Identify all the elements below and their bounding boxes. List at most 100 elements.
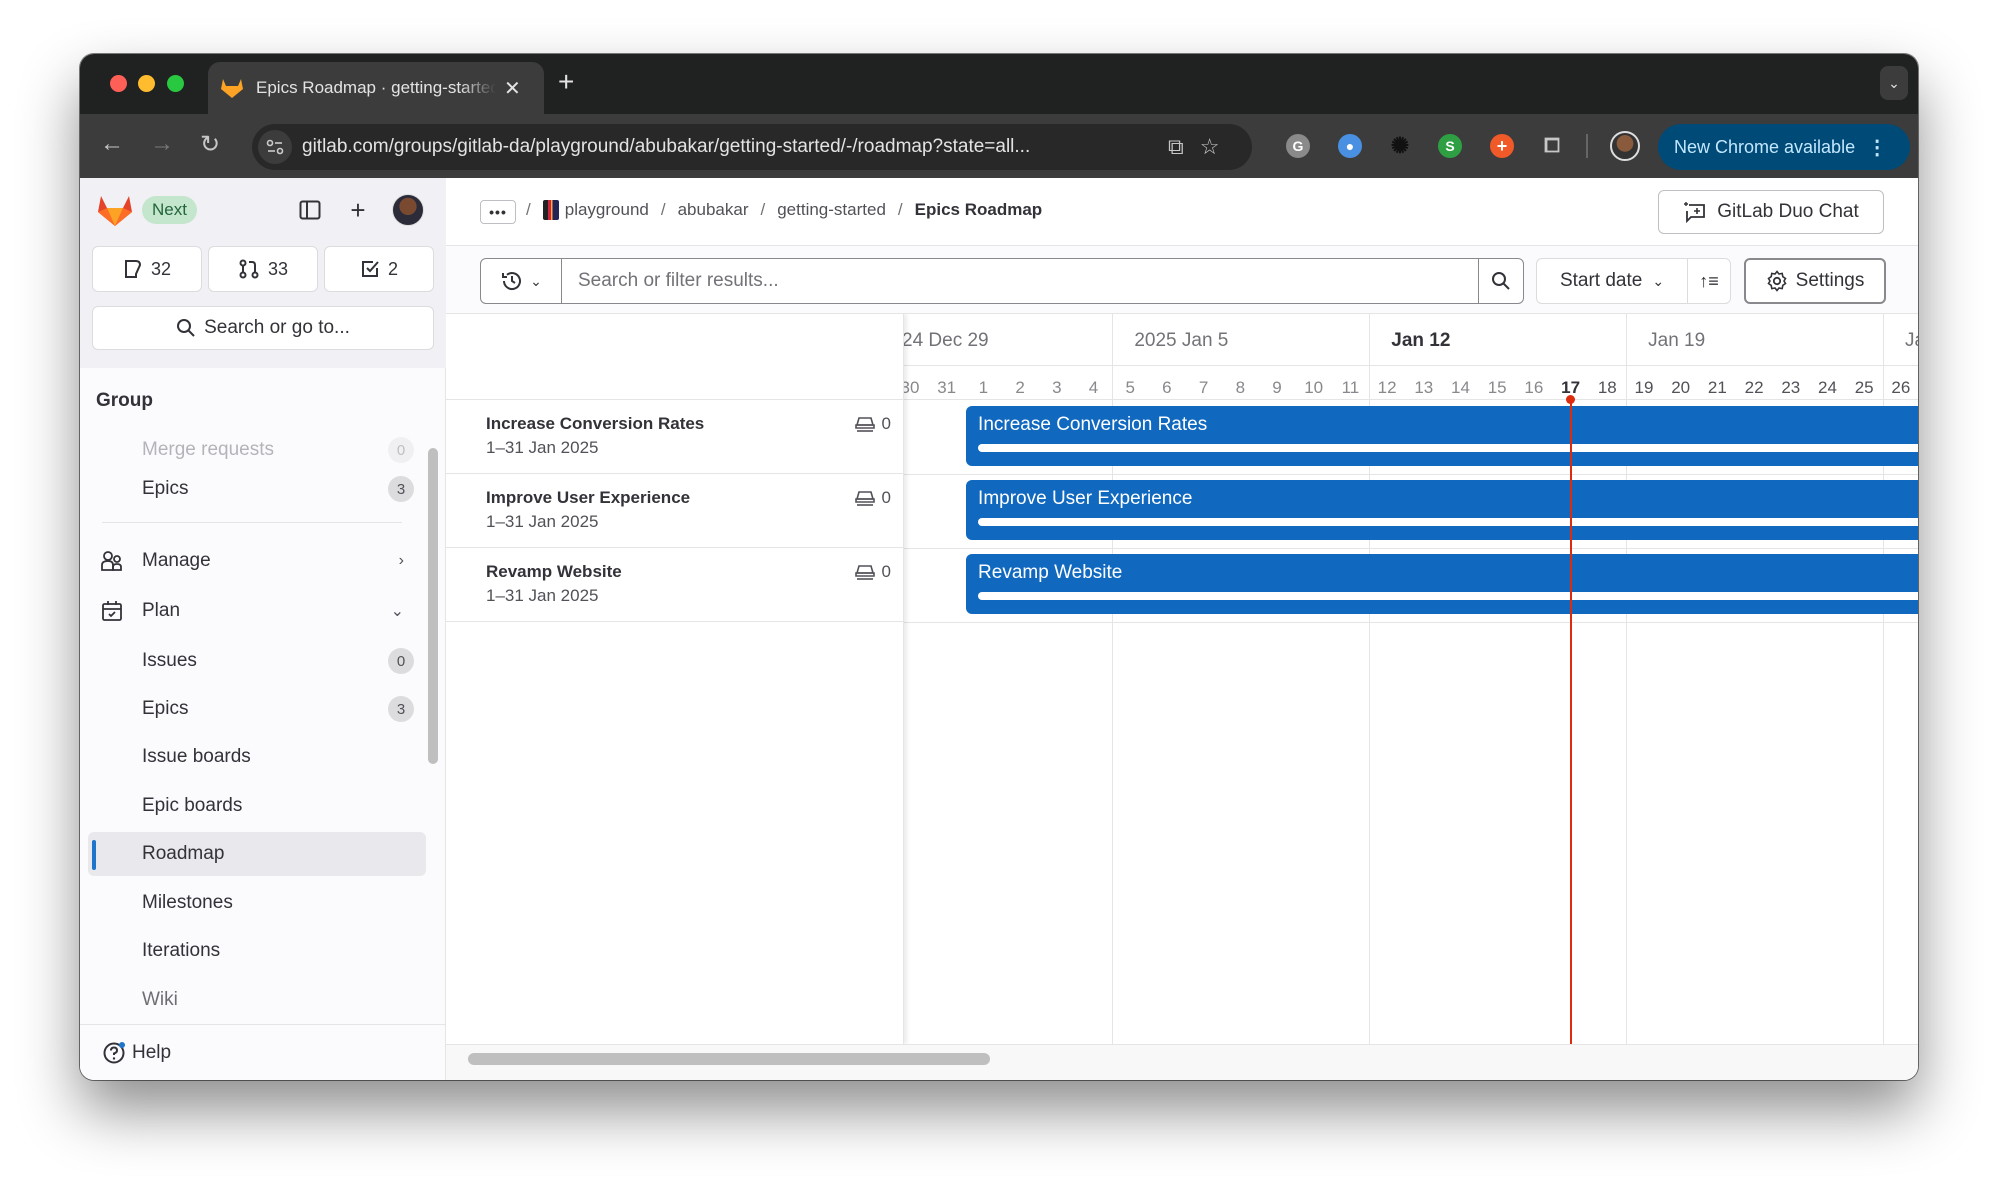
gitlab-duo-chat-button[interactable]: GitLab Duo Chat	[1658, 190, 1884, 234]
password-manager-extension-icon[interactable]: ●	[1338, 134, 1362, 158]
count-badge: 0	[388, 648, 414, 674]
sidebar-item-milestones[interactable]: Milestones	[88, 881, 426, 925]
grammarly-extension-icon[interactable]: G	[1286, 134, 1310, 158]
horizontal-scrollbar-thumb[interactable]	[468, 1053, 990, 1065]
forward-icon[interactable]: →	[150, 130, 174, 158]
recent-searches-button[interactable]: ⌄	[480, 258, 562, 304]
sidebar-item-roadmap[interactable]: Roadmap	[88, 832, 426, 876]
settings-button[interactable]: Settings	[1744, 258, 1886, 304]
s-extension-icon[interactable]: S	[1438, 134, 1462, 158]
toolbar-separator	[1586, 134, 1588, 158]
top-bar: ••• / playground / abubakar / getting-st…	[446, 178, 1918, 246]
epic-dates: 1–31 Jan 2025	[486, 586, 599, 605]
site-info-icon[interactable]	[258, 130, 292, 164]
help-button[interactable]: Help	[80, 1024, 446, 1080]
browser-tab-active[interactable]: Epics Roadmap · getting-started · GitLab…	[208, 62, 544, 114]
open-in-app-icon[interactable]: ⧉	[1168, 134, 1184, 160]
sidebar-item-iterations[interactable]: Iterations	[88, 929, 426, 973]
count-badge: 3	[388, 696, 414, 722]
epic-list-row[interactable]: Revamp Website 1–31 Jan 2025 0	[446, 548, 903, 622]
sidebar-item-epics-pinned[interactable]: Epics 3	[88, 467, 426, 511]
url-text[interactable]: gitlab.com/groups/gitlab-da/playground/a…	[302, 136, 1152, 158]
history-icon	[502, 272, 522, 290]
sidebar-section-plan[interactable]: Plan ⌄	[88, 589, 426, 633]
epic-title[interactable]: Revamp Website	[486, 562, 622, 582]
epic-list-row[interactable]: Increase Conversion Rates 1–31 Jan 2025 0	[446, 400, 903, 474]
manage-users-icon	[101, 551, 122, 571]
sidebar-item-epics[interactable]: Epics 3	[88, 687, 426, 731]
day-label: 14	[1451, 378, 1470, 397]
epic-timeline-bar[interactable]: Revamp Website	[966, 554, 1918, 614]
breadcrumb-item-playground[interactable]: playground	[565, 200, 649, 220]
extensions-puzzle-icon[interactable]: ⧠	[1540, 134, 1564, 158]
new-chrome-available-button[interactable]: New Chrome available ⋮	[1658, 124, 1910, 170]
close-window-button[interactable]	[110, 75, 127, 92]
breadcrumb-separator: /	[897, 200, 903, 219]
toggle-sidebar-icon[interactable]	[296, 196, 324, 224]
epics-list-column: Increase Conversion Rates 1–31 Jan 2025 0 I…	[446, 314, 904, 1044]
horizontal-scrollbar[interactable]	[446, 1044, 1918, 1080]
search-icon	[1492, 272, 1510, 290]
search-submit-button[interactable]	[1478, 258, 1524, 304]
epic-title[interactable]: Increase Conversion Rates	[486, 414, 704, 434]
day-label: 8	[1235, 378, 1246, 397]
maximize-window-button[interactable]	[167, 75, 184, 92]
assigned-issues-button[interactable]: 32	[92, 246, 202, 292]
browser-window: Epics Roadmap · getting-started · GitLab…	[80, 54, 1918, 1080]
breadcrumb-current[interactable]: Epics Roadmap	[915, 200, 1043, 220]
sidebar-scrollbar[interactable]	[428, 448, 438, 764]
merge-requests-button[interactable]: 33	[208, 246, 318, 292]
day-label: 6	[1162, 378, 1172, 397]
row-gridline	[904, 474, 1918, 475]
epic-timeline-bar[interactable]: Improve User Experience	[966, 480, 1918, 540]
sidebar-item-wiki[interactable]: Wiki	[88, 978, 426, 1022]
plus-extension-icon[interactable]: +	[1490, 134, 1514, 158]
reload-icon[interactable]: ↻	[200, 130, 220, 159]
epic-timeline-bar[interactable]: Increase Conversion Rates	[966, 406, 1918, 466]
epic-bar-label: Revamp Website	[978, 562, 1123, 583]
update-label: New Chrome available	[1674, 136, 1856, 157]
tab-strip: Epics Roadmap · getting-started · GitLab…	[80, 54, 1918, 114]
dark-reader-extension-icon[interactable]: ✺	[1388, 133, 1412, 158]
tab-search-button[interactable]: ⌄	[1880, 66, 1908, 100]
sort-ascending-icon: ↑≡	[1699, 270, 1719, 291]
epic-title[interactable]: Improve User Experience	[486, 488, 690, 508]
day-label: 11	[1341, 378, 1360, 397]
gitlab-logo-icon[interactable]	[96, 192, 134, 228]
day-label: 24	[1818, 378, 1837, 397]
sort-direction-button[interactable]: ↑≡	[1687, 258, 1731, 304]
create-new-icon[interactable]: +	[344, 195, 372, 225]
minimize-window-button[interactable]	[138, 75, 155, 92]
breadcrumb-item-getting-started[interactable]: getting-started	[777, 200, 886, 220]
bookmark-star-icon[interactable]: ☆	[1200, 134, 1220, 160]
sidebar-divider	[102, 522, 402, 523]
day-label: 7	[1198, 378, 1209, 397]
sidebar-section-manage[interactable]: Manage ›	[88, 539, 426, 583]
search-or-go-to-button[interactable]: Search or go to...	[92, 306, 434, 350]
chevron-down-icon: ⌄	[390, 603, 404, 620]
profile-avatar[interactable]	[1610, 131, 1640, 161]
sidebar-item-epic-boards[interactable]: Epic boards	[88, 784, 426, 828]
week-header-label: Ja	[1905, 330, 1918, 351]
sidebar-item-merge-requests[interactable]: Merge requests 0	[88, 428, 426, 472]
filter-bar: ⌄ Start date ⌄ ↑≡ Settings	[446, 246, 1918, 314]
day-label: 3	[1052, 378, 1062, 397]
address-bar[interactable]: gitlab.com/groups/gitlab-da/playground/a…	[252, 124, 1252, 170]
search-filter-input[interactable]	[561, 258, 1479, 304]
sort-by-dropdown[interactable]: Start date ⌄	[1536, 258, 1688, 304]
tab-close-icon[interactable]: ✕	[504, 76, 521, 101]
breadcrumb-more-button[interactable]: •••	[480, 200, 516, 224]
epics-list-header	[446, 314, 903, 400]
day-label: 9	[1272, 378, 1282, 397]
sidebar-item-issue-boards[interactable]: Issue boards	[88, 735, 426, 779]
todos-button[interactable]: 2	[324, 246, 434, 292]
breadcrumb-item-abubakar[interactable]: abubakar	[678, 200, 749, 220]
sidebar-item-issues[interactable]: Issues 0	[88, 639, 426, 683]
next-badge[interactable]: Next	[142, 196, 197, 224]
back-icon[interactable]: ←	[100, 130, 124, 158]
new-tab-button[interactable]: +	[558, 66, 574, 98]
epic-list-row[interactable]: Improve User Experience 1–31 Jan 2025 0	[446, 474, 903, 548]
user-avatar[interactable]	[392, 194, 424, 226]
child-epics-icon	[854, 491, 875, 506]
day-label: 18	[1597, 378, 1617, 397]
